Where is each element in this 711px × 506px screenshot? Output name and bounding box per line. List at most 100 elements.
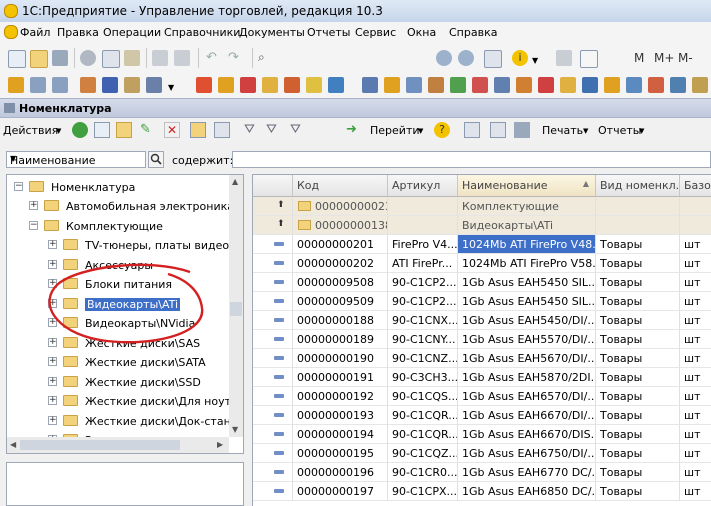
contains-input[interactable] bbox=[232, 151, 711, 168]
table-row[interactable]: 00000000195 90-C1CQZ... 1Gb Asus EAH6750/D… bbox=[253, 444, 711, 463]
filter-value-icon[interactable]: ⛛ bbox=[266, 122, 282, 138]
delete-icon[interactable]: ✕ bbox=[164, 122, 180, 138]
find-prev-icon[interactable] bbox=[458, 50, 474, 66]
app-icon-24[interactable] bbox=[560, 77, 576, 93]
app-icon-2[interactable] bbox=[30, 77, 46, 93]
add-folder-icon[interactable] bbox=[116, 122, 132, 138]
windows-icon[interactable] bbox=[484, 50, 502, 68]
app-icon-5[interactable] bbox=[102, 77, 118, 93]
scroll-up-icon[interactable]: ▲ bbox=[232, 177, 238, 186]
menu-file[interactable]: Файл bbox=[20, 26, 50, 39]
column-header-article[interactable]: Артикул bbox=[388, 175, 458, 197]
app-icon-7[interactable] bbox=[146, 77, 162, 93]
add-icon[interactable] bbox=[72, 122, 88, 138]
app-menu-icon[interactable] bbox=[4, 25, 18, 39]
level-up-icon[interactable]: ⬆ bbox=[277, 219, 285, 229]
scrollbar-thumb[interactable] bbox=[230, 302, 242, 316]
table-row[interactable]: 00000000196 90-C1CR0... 1Gb Asus EAH6770 D… bbox=[253, 463, 711, 482]
app-icon-6[interactable] bbox=[124, 77, 140, 93]
menu-edit[interactable]: Правка bbox=[57, 26, 99, 39]
info-icon[interactable]: i bbox=[512, 50, 528, 66]
goto-menu[interactable]: Перейти bbox=[370, 124, 420, 137]
table-row[interactable]: 00000000202 ATI FirePr... 1024Mb ATI FireP… bbox=[253, 254, 711, 273]
table-row[interactable]: 00000009508 90-C1CP2... 1Gb Asus EAH5450 S… bbox=[253, 273, 711, 292]
tree-item[interactable]: + Жесткие диски\SSD bbox=[7, 373, 232, 392]
menu-operations[interactable]: Операции bbox=[103, 26, 161, 39]
items-table[interactable]: Код Артикул Наименование ▲ Вид номенкл..… bbox=[252, 174, 711, 506]
app-icon-18[interactable] bbox=[428, 77, 444, 93]
app-icon-19[interactable] bbox=[450, 77, 466, 93]
app-icon-12[interactable] bbox=[284, 77, 300, 93]
app-icon-20[interactable] bbox=[472, 77, 488, 93]
memory-button[interactable]: M bbox=[634, 51, 644, 65]
app-icon-1[interactable] bbox=[8, 77, 24, 93]
menu-reports[interactable]: Отчеты bbox=[307, 26, 350, 39]
collapse-icon[interactable]: − bbox=[29, 220, 38, 230]
app-icon-4[interactable] bbox=[80, 77, 96, 93]
table-row[interactable]: 00000000197 90-C1CPX... 1Gb Asus EAH6850 D… bbox=[253, 482, 711, 501]
scrollbar-thumb[interactable] bbox=[20, 440, 180, 450]
column-header-unit[interactable]: Базов bbox=[680, 175, 711, 197]
table-row[interactable]: 00000000201 FirePro V4... 1024Mb ATI FireP… bbox=[253, 235, 711, 254]
redo-icon[interactable]: ↷ bbox=[228, 50, 244, 66]
app-icon-3[interactable] bbox=[52, 77, 68, 93]
level-up-icon[interactable] bbox=[214, 122, 230, 138]
table-row[interactable]: 00000000193 90-C1CQR... 1Gb Asus EAH6670/D… bbox=[253, 406, 711, 425]
table-row[interactable]: 00000000188 90-C1CNX... 1Gb Asus EAH5450/D… bbox=[253, 311, 711, 330]
save-icon[interactable] bbox=[52, 50, 68, 66]
cut-icon[interactable] bbox=[80, 50, 96, 66]
preview-icon[interactable] bbox=[174, 50, 190, 66]
app-icon-11[interactable] bbox=[262, 77, 278, 93]
app-icon-15[interactable] bbox=[362, 77, 378, 93]
column-header-code[interactable]: Код bbox=[293, 175, 388, 197]
collapse-icon[interactable]: − bbox=[14, 182, 23, 191]
expand-icon[interactable]: + bbox=[29, 201, 38, 210]
find-next-icon[interactable] bbox=[436, 50, 452, 66]
tree-item[interactable]: − Комплектующие bbox=[7, 217, 232, 236]
app-icon-9[interactable] bbox=[218, 77, 234, 93]
undo-icon[interactable]: ↶ bbox=[206, 50, 222, 66]
expand-icon[interactable]: + bbox=[48, 357, 57, 366]
table-row[interactable]: 00000009509 90-C1CP2... 1Gb Asus EAH5450 S… bbox=[253, 292, 711, 311]
app-icon-17[interactable] bbox=[406, 77, 422, 93]
calendar-icon[interactable] bbox=[580, 50, 598, 68]
copy-icon[interactable] bbox=[102, 50, 120, 68]
app-icon-29[interactable] bbox=[670, 77, 686, 93]
print-menu[interactable]: Печать bbox=[542, 124, 583, 137]
tree-item[interactable]: + Автомобильная электроника bbox=[7, 197, 234, 216]
app-icon-10[interactable] bbox=[240, 77, 256, 93]
filter-off-icon[interactable]: ⛛ bbox=[290, 122, 306, 138]
scroll-left-icon[interactable]: ◀ bbox=[10, 440, 16, 449]
columns-icon[interactable] bbox=[490, 122, 506, 138]
table-row[interactable]: 00000000192 90-C1CQS... 1Gb Asus EAH6570/D… bbox=[253, 387, 711, 406]
expand-icon[interactable]: + bbox=[48, 396, 57, 405]
expand-icon[interactable]: + bbox=[48, 376, 57, 386]
group-row[interactable]: ⬆ 00000000138 Видеокарты\ATi bbox=[253, 216, 711, 235]
column-header-name[interactable]: Наименование ▲ bbox=[458, 175, 596, 197]
chevron-down-icon[interactable]: ▼ bbox=[168, 83, 184, 99]
app-icon-8[interactable] bbox=[196, 77, 212, 93]
calculator-icon[interactable] bbox=[556, 50, 572, 66]
new-icon[interactable] bbox=[8, 50, 26, 68]
paste-icon[interactable] bbox=[124, 50, 140, 66]
edit-icon[interactable]: ✎ bbox=[140, 122, 156, 138]
app-icon-30[interactable] bbox=[692, 77, 708, 93]
menu-documents[interactable]: Документы bbox=[239, 26, 305, 39]
open-icon[interactable] bbox=[30, 50, 48, 68]
memory-plus-button[interactable]: M+ bbox=[654, 51, 674, 65]
search-field-select[interactable]: Наименование ▼ bbox=[6, 151, 146, 168]
expand-icon[interactable]: + bbox=[48, 415, 57, 425]
tree-root[interactable]: − Номенклатура bbox=[7, 178, 232, 197]
expand-icon[interactable]: + bbox=[48, 240, 57, 249]
column-header-icon[interactable] bbox=[253, 175, 293, 197]
group-row[interactable]: ⬆ 00000000023 Комплектующие bbox=[253, 197, 711, 216]
memory-minus-button[interactable]: M- bbox=[678, 51, 693, 65]
output-list-icon[interactable] bbox=[514, 122, 530, 138]
level-up-icon[interactable]: ⬆ bbox=[277, 200, 285, 210]
app-icon-21[interactable] bbox=[494, 77, 510, 93]
reports-menu[interactable]: Отчеты bbox=[598, 124, 641, 137]
table-row[interactable]: 00000000189 90-C1CNY... 1Gb Asus EAH5570/D… bbox=[253, 330, 711, 349]
menu-help[interactable]: Справка bbox=[449, 26, 497, 39]
scroll-right-icon[interactable]: ▶ bbox=[217, 440, 223, 449]
menu-windows[interactable]: Окна bbox=[407, 26, 436, 39]
